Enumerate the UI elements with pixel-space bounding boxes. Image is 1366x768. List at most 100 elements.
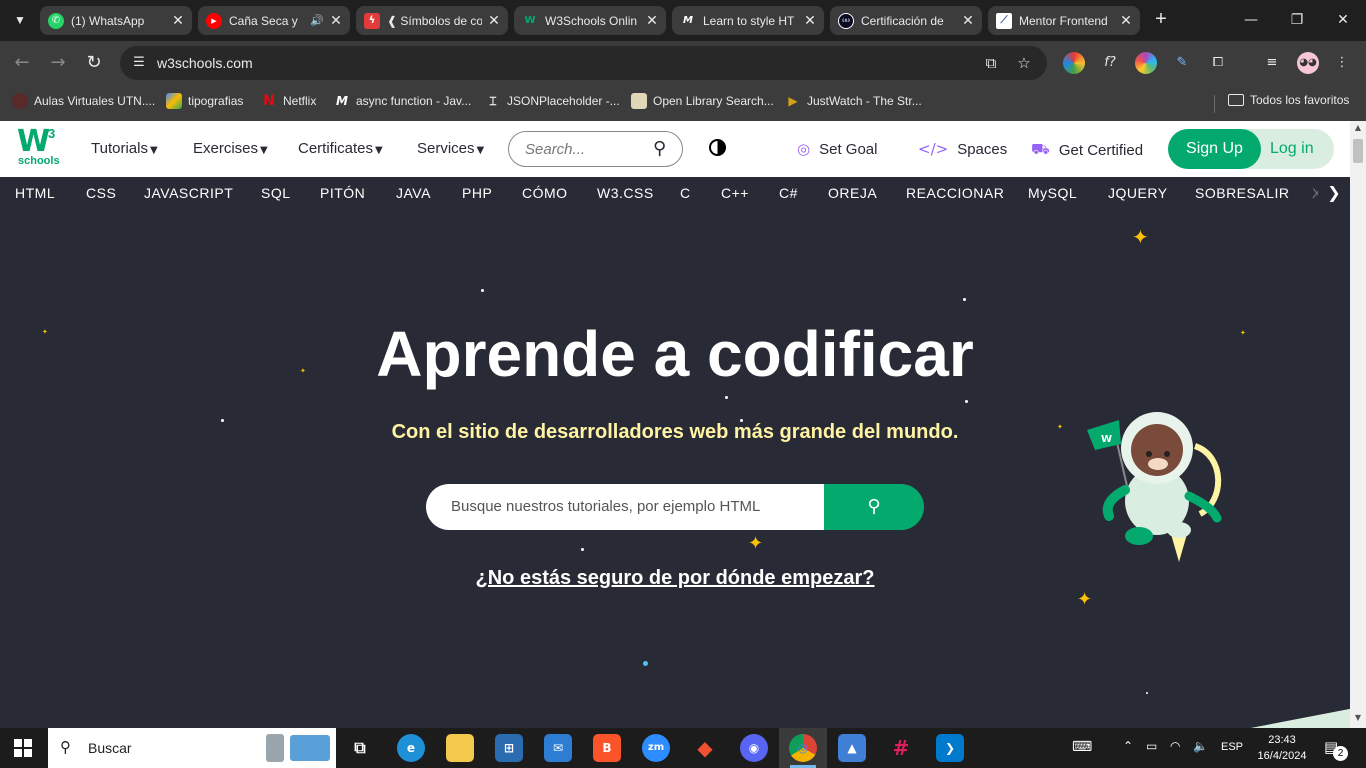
taskbar-clock[interactable]: 23:43 16/4/2024	[1254, 732, 1310, 764]
topic-java[interactable]: JAVA	[396, 185, 431, 201]
file-explorer-icon[interactable]: ▬	[446, 734, 474, 762]
bookmark-openlibrary[interactable]: Open Library Search...	[631, 93, 774, 109]
tab-close-icon[interactable]: ✕	[328, 13, 344, 29]
search-icon[interactable]: ⚲	[653, 138, 666, 159]
get-certified-link[interactable]: ⛟ Get Certified	[1031, 140, 1143, 160]
site-search-input[interactable]: Search... ⚲	[508, 131, 683, 167]
bookmark-aulas[interactable]: Aulas Virtuales UTN....	[12, 93, 155, 109]
profile-avatar[interactable]: ◕◕	[1297, 52, 1319, 74]
wifi-icon[interactable]: ◠	[1170, 739, 1180, 753]
tab-close-icon[interactable]: ✕	[644, 13, 660, 29]
bookmark-async[interactable]: M async function - Jav...	[334, 93, 471, 109]
topic-w3css[interactable]: W3.CSS	[597, 185, 654, 201]
vscode-icon[interactable]: ❯	[936, 734, 964, 762]
topic-css[interactable]: CSS	[86, 185, 116, 201]
bookmark-jsonplaceholder[interactable]: ⌶ JSONPlaceholder -...	[485, 93, 619, 109]
scroll-down-icon[interactable]: ▼	[1350, 713, 1366, 722]
address-bar[interactable]: ☰ w3schools.com ⧉ ☆	[120, 46, 1047, 80]
chevron-up-icon[interactable]: ⌃	[1123, 739, 1133, 753]
tab-close-icon[interactable]: ✕	[486, 13, 502, 29]
new-tab-button[interactable]: +	[1149, 8, 1173, 32]
close-window-button[interactable]: ✕	[1328, 8, 1358, 32]
color-extension-icon[interactable]	[1063, 52, 1085, 74]
topic-angular[interactable]: OREJA	[828, 185, 877, 201]
menu-services[interactable]: Services ▼	[417, 140, 484, 157]
topic-javascript[interactable]: JAVASCRIPT	[144, 185, 233, 201]
volume-icon[interactable]: 🔈	[1193, 739, 1208, 753]
windows-start-icon[interactable]	[14, 739, 32, 757]
tab-simbolos[interactable]: ϟ ❰ Símbolos de co ✕	[356, 6, 508, 35]
topic-excel[interactable]: SOBRESALIR	[1195, 185, 1289, 201]
tab-mdn[interactable]: M Learn to style HT ✕	[672, 6, 824, 35]
w3schools-logo[interactable]: W 3 schools	[17, 126, 61, 173]
scroll-up-icon[interactable]: ▲	[1350, 123, 1366, 132]
all-bookmarks-folder[interactable]: Todos los favoritos	[1228, 93, 1349, 107]
reload-button[interactable]: ↻	[82, 51, 106, 75]
translate-icon[interactable]: ⧉	[981, 53, 1001, 73]
git-icon[interactable]: ◆	[691, 734, 719, 762]
tab-close-icon[interactable]: ✕	[170, 13, 186, 29]
pen-extension-icon[interactable]: ✎	[1171, 52, 1193, 74]
bookmark-netflix[interactable]: N Netflix	[261, 93, 316, 109]
tab-close-icon[interactable]: ✕	[1118, 13, 1134, 29]
where-to-start-link[interactable]: ¿No estás seguro de por dónde empezar?	[0, 567, 1350, 590]
photos-icon[interactable]: ▲	[838, 734, 866, 762]
task-view-icon[interactable]: ⧉	[346, 734, 374, 762]
tab-w3schools[interactable]: W W3Schools Onlin ✕	[514, 6, 666, 35]
discord-icon[interactable]: ◉	[740, 734, 768, 762]
taskbar-search-box[interactable]: ⚲ Buscar	[48, 728, 336, 768]
set-goal-link[interactable]: ◎ Set Goal	[797, 140, 877, 158]
minimize-button[interactable]: —	[1236, 8, 1266, 32]
bookmark-justwatch[interactable]: ▶ JustWatch - The Str...	[785, 93, 921, 109]
tab-freecodecamp[interactable]: ⁽ᐞ⁾ Certificación de ✕	[830, 6, 982, 35]
slack-icon[interactable]: #	[887, 734, 915, 762]
scrollbar-thumb[interactable]	[1353, 139, 1363, 163]
tab-frontend-mentor[interactable]: ⟋ Mentor Frontend ✕	[988, 6, 1140, 35]
reading-list-icon[interactable]: ≡	[1261, 52, 1283, 74]
language-indicator[interactable]: ESP	[1221, 741, 1243, 753]
back-button[interactable]: ←	[10, 51, 34, 75]
tab-close-icon[interactable]: ✕	[802, 13, 818, 29]
extensions-puzzle-icon[interactable]: ⧠	[1207, 52, 1229, 74]
edge-icon[interactable]: e	[397, 734, 425, 762]
topic-html[interactable]: HTML	[15, 185, 55, 201]
topic-react[interactable]: REACCIONAR	[906, 185, 1004, 201]
tab-whatsapp[interactable]: ✆ (1) WhatsApp ✕	[40, 6, 192, 35]
menu-exercises[interactable]: Exercises ▼	[193, 140, 268, 157]
topic-c[interactable]: C	[680, 185, 691, 201]
hero-search-input[interactable]: Busque nuestros tutoriales, por ejemplo …	[426, 484, 824, 530]
topic-php[interactable]: PHP	[462, 185, 492, 201]
topic-mysql[interactable]: MySQL	[1028, 185, 1077, 201]
tab-search-chevron-icon[interactable]: ▼	[8, 8, 32, 32]
topic-python[interactable]: PITÓN	[320, 185, 365, 201]
menu-tutorials[interactable]: Tutorials ▼	[91, 140, 158, 157]
site-info-icon[interactable]: ☰	[130, 54, 148, 72]
speaker-icon[interactable]: 🔊	[310, 14, 324, 27]
topic-cpp[interactable]: C++	[721, 185, 749, 201]
font-extension-icon[interactable]: f?	[1099, 52, 1121, 74]
topic-csharp[interactable]: C#	[779, 185, 798, 201]
sign-up-button[interactable]: Sign Up	[1168, 129, 1261, 169]
topic-sql[interactable]: SQL	[261, 185, 291, 201]
keyboard-icon[interactable]: ⌨	[1072, 739, 1092, 755]
topic-jquery[interactable]: JQUERY	[1108, 185, 1168, 201]
mail-icon[interactable]: ✉	[544, 734, 572, 762]
topic-howto[interactable]: CÓMO	[522, 185, 568, 201]
menu-dots-icon[interactable]: ⋮	[1331, 52, 1353, 74]
brave-icon[interactable]: B	[593, 734, 621, 762]
tab-close-icon[interactable]: ✕	[960, 13, 976, 29]
chevron-right-icon[interactable]: ❯	[1318, 177, 1350, 209]
store-icon[interactable]: ⊞	[495, 734, 523, 762]
bookmark-star-icon[interactable]: ☆	[1014, 53, 1034, 73]
battery-icon[interactable]: ▭	[1146, 739, 1157, 753]
restore-button[interactable]: ❐	[1282, 8, 1312, 32]
menu-certificates[interactable]: Certificates ▼	[298, 140, 383, 157]
tab-youtube[interactable]: ▶ Caña Seca y 🔊 ✕	[198, 6, 350, 35]
bookmark-tipografias[interactable]: tipografias	[166, 93, 243, 109]
hero-search-button[interactable]: ⚲	[824, 484, 924, 530]
forward-button[interactable]: →	[46, 51, 70, 75]
color-picker-icon[interactable]	[1135, 52, 1157, 74]
spaces-link[interactable]: </> Spaces	[918, 140, 1007, 158]
chrome-icon[interactable]: ◎	[789, 734, 817, 762]
zoom-icon[interactable]: zm	[642, 734, 670, 762]
